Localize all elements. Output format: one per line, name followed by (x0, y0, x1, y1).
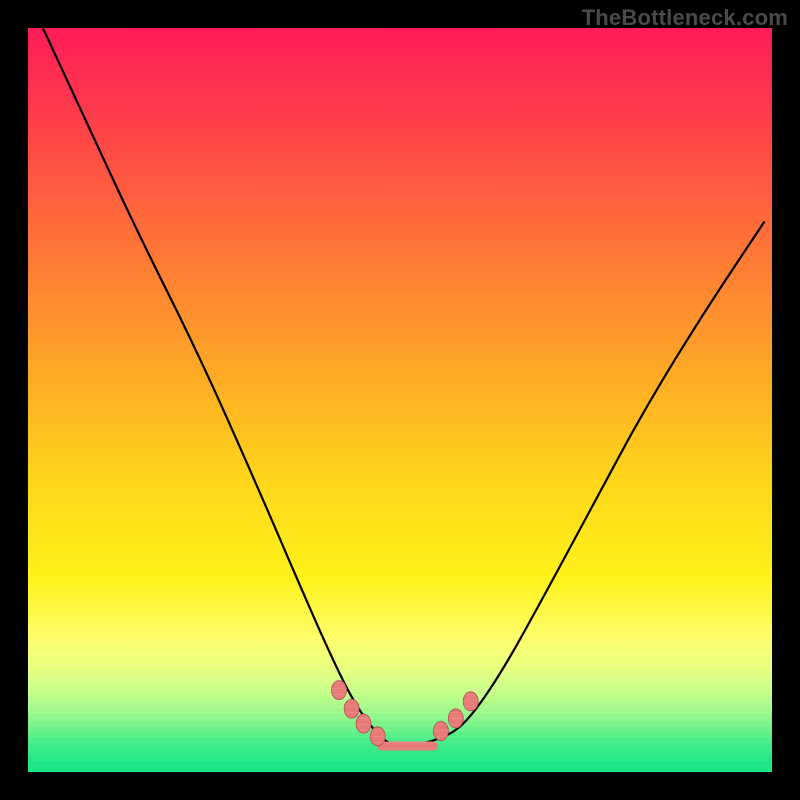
v-curve-line (43, 28, 765, 746)
chart-svg (28, 28, 772, 772)
marker-group (331, 681, 478, 746)
plot-area (28, 28, 772, 772)
marker-dot (331, 681, 346, 700)
marker-dot (370, 727, 385, 746)
marker-dot (463, 692, 478, 711)
marker-dot (433, 722, 448, 741)
marker-dot (356, 714, 371, 733)
watermark-text: TheBottleneck.com (582, 5, 788, 31)
marker-dot (344, 699, 359, 718)
chart-frame: TheBottleneck.com (0, 0, 800, 800)
marker-dot (448, 709, 463, 728)
